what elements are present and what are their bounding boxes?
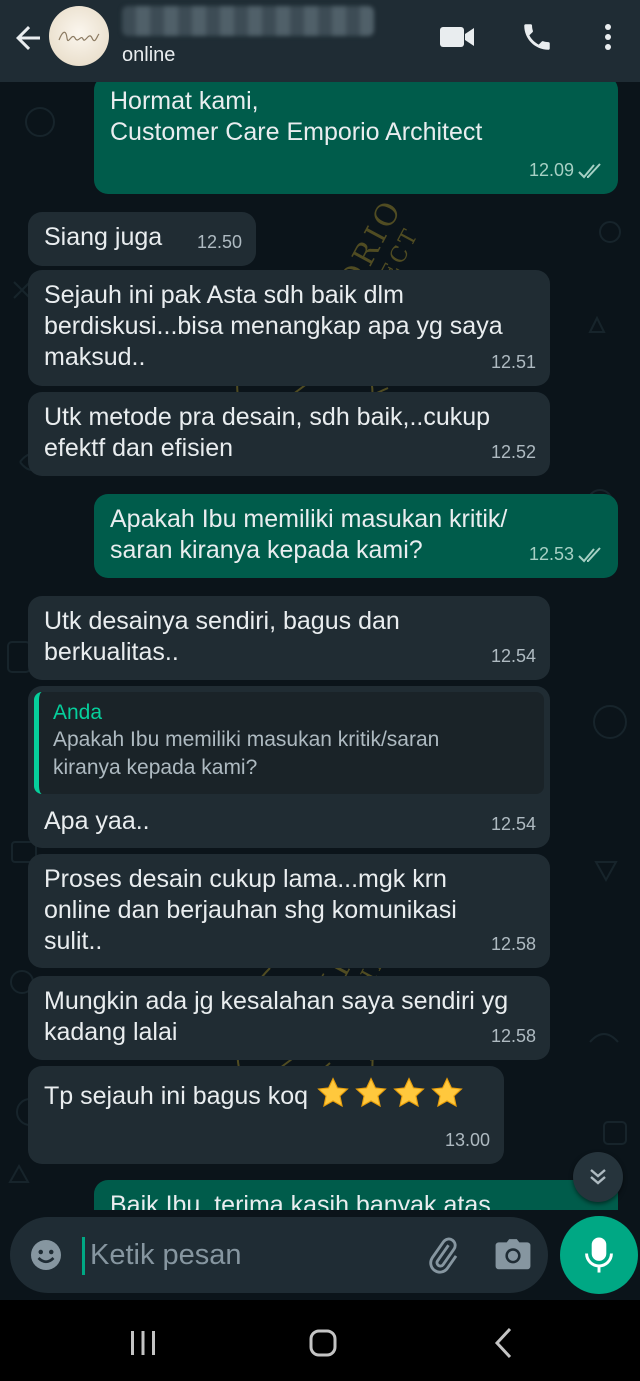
message-bubble-outgoing[interactable]: Baik Ibu, terima kasih banyak atas [94,1180,618,1210]
message-text-row: Tp sejauh ini bagus koq [44,1076,488,1112]
message-text: Utk metode pra desain, sdh baik,..cukup … [44,403,491,462]
star-emoji-icon [317,1077,349,1108]
message-time: 12.58 [490,934,536,954]
avatar[interactable] [49,6,109,66]
message-bubble-incoming[interactable]: Utk desainya sendiri, bagus dan berkuali… [28,596,550,680]
message-meta: 13.00 [445,1125,490,1156]
message-meta: 12.50 [197,227,242,258]
message-time: 12.52 [490,442,536,462]
recent-apps-icon[interactable] [126,1328,160,1358]
back-arrow-icon[interactable] [10,20,46,56]
message-bubble-outgoing[interactable]: Hormat kami, Customer Care Emporio Archi… [94,82,618,194]
star-emoji-icon [393,1077,425,1108]
message-text: Apa yaa.. [44,807,150,835]
message-text: Utk desainya sendiri, bagus dan berkuali… [44,607,400,666]
voice-record-button[interactable] [560,1216,638,1294]
message-meta: 12.51 [491,347,536,378]
text-caret [82,1237,85,1275]
message-bubble-incoming[interactable]: Proses desain cukup lama...mgk krn onlin… [28,854,550,968]
message-text: Hormat kami, Customer Care Emporio Archi… [110,87,483,146]
camera-icon[interactable] [494,1237,532,1273]
message-meta: 12.58 [491,929,536,960]
scroll-to-bottom-button[interactable] [573,1152,623,1202]
message-bubble-incoming[interactable]: Utk metode pra desain, sdh baik,..cukup … [28,392,550,476]
video-call-icon[interactable] [438,22,476,52]
star-emoji-icon [431,1077,463,1108]
quoted-message[interactable]: Anda Apakah Ibu memiliki masukan kritik/… [34,692,544,794]
home-icon[interactable] [306,1328,340,1358]
message-time: 12.51 [490,352,536,372]
message-meta: 12.53 [529,539,604,570]
compose-bar [10,1217,548,1293]
message-meta: 12.52 [491,437,536,468]
double-check-icon [578,162,601,178]
message-text: Proses desain cukup lama...mgk krn onlin… [44,865,457,955]
message-meta: 12.54 [491,809,536,840]
message-text: Mungkin ada jg kesalahan saya sendiri yg… [44,987,509,1046]
message-bubble-incoming[interactable]: Mungkin ada jg kesalahan saya sendiri yg… [28,976,550,1060]
star-emoji-icon [355,1077,387,1108]
message-bubble-incoming[interactable]: Siang juga 12.50 [28,212,256,266]
system-navigation-bar [0,1300,640,1381]
message-bubble-reply[interactable]: Anda Apakah Ibu memiliki masukan kritik/… [28,686,550,848]
message-list[interactable]: EMPORIO ARCHITECT EMPORIO ARCHITECT Horm… [0,82,640,1210]
message-time: 12.54 [490,646,536,666]
message-input[interactable] [90,1231,410,1279]
message-time: 12.53 [528,544,574,564]
message-time: 12.54 [490,814,536,834]
message-meta: 12.58 [491,1021,536,1052]
message-bubble-incoming[interactable]: Sejauh ini pak Asta sdh baik dlm berdisk… [28,270,550,386]
quote-text: Apakah Ibu memiliki masukan kritik/saran… [53,728,440,779]
contact-name-blurred[interactable] [122,6,374,36]
message-time: 12.58 [490,1026,536,1046]
microphone-icon [585,1237,613,1273]
avatar-logo-image [58,31,100,42]
message-meta: 12.09 [529,155,604,186]
message-bubble-outgoing[interactable]: Apakah Ibu memiliki masukan kritik/ sara… [94,494,618,578]
message-text: Baik Ibu, terima kasih banyak atas [110,1191,491,1210]
message-text: Sejauh ini pak Asta sdh baik dlm berdisk… [44,281,503,371]
contact-status: online [122,44,176,66]
star-emoji-group [316,1076,464,1110]
emoji-icon[interactable] [28,1237,64,1273]
message-meta: 12.54 [491,641,536,672]
message-bubble-incoming[interactable]: Tp sejauh ini bagus koq 13.00 [28,1066,504,1164]
phone-icon[interactable] [520,20,554,54]
double-chevron-down-icon [590,1169,606,1185]
message-time: 12.50 [196,232,242,252]
message-time: 12.09 [528,160,574,180]
double-check-icon [578,546,601,562]
chat-header: online [0,0,640,82]
quote-author: Anda [53,701,103,724]
more-vert-icon[interactable] [596,20,620,54]
message-time: 13.00 [444,1130,490,1150]
message-text: Tp sejauh ini bagus koq [44,1082,309,1110]
back-icon[interactable] [490,1326,518,1360]
attach-icon[interactable] [424,1236,462,1274]
